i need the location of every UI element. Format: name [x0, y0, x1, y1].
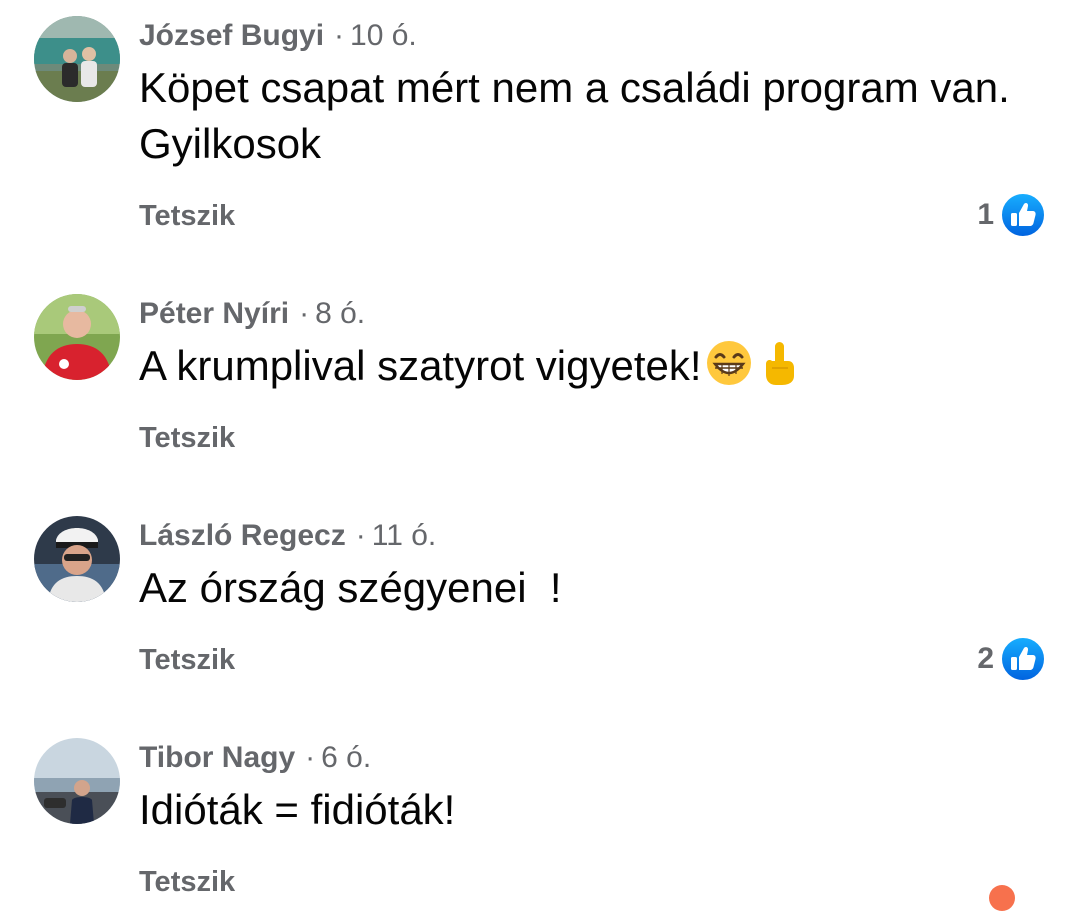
- thumbs-up-icon: [1000, 192, 1046, 238]
- timestamp[interactable]: 6 ó.: [321, 741, 371, 774]
- thumbs-up-icon: [1000, 636, 1046, 682]
- avatar[interactable]: [34, 738, 120, 824]
- reaction-count: 2: [977, 642, 994, 675]
- author-name[interactable]: László Regecz: [139, 519, 346, 552]
- avatar[interactable]: [34, 516, 120, 602]
- grinning-face-icon: [706, 341, 751, 385]
- timestamp[interactable]: 11 ó.: [372, 519, 437, 552]
- reaction-summary[interactable]: 2: [977, 636, 1046, 682]
- like-button[interactable]: Tetszik: [139, 642, 235, 678]
- reaction-icon[interactable]: [989, 885, 1015, 911]
- separator: ·: [334, 19, 345, 52]
- timestamp[interactable]: 10 ó.: [350, 19, 417, 52]
- comment-text-content: A krumplival szatyrot vigyetek!: [139, 342, 702, 389]
- avatar[interactable]: [34, 16, 120, 102]
- comment-text: Az órszág szégyenei !: [139, 564, 562, 611]
- separator: ·: [305, 741, 316, 774]
- separator: ·: [299, 297, 310, 330]
- comment-meta: Péter Nyíri · 8 ó.: [139, 296, 365, 332]
- separator: ·: [355, 519, 366, 552]
- middle-finger-icon: [765, 342, 794, 385]
- author-name[interactable]: József Bugyi: [139, 19, 324, 52]
- avatar[interactable]: [34, 294, 120, 380]
- comment-text: Köpet csapat mért nem a családi program …: [139, 64, 1010, 167]
- comment-text: A krumplival szatyrot vigyetek!: [139, 338, 1019, 394]
- author-name[interactable]: Péter Nyíri: [139, 297, 289, 330]
- comment-meta: Tibor Nagy · 6 ó.: [139, 740, 371, 776]
- timestamp[interactable]: 8 ó.: [315, 297, 365, 330]
- like-button[interactable]: Tetszik: [139, 198, 235, 234]
- comment-text: Idióták = fidióták!: [139, 786, 456, 833]
- reaction-summary[interactable]: 1: [977, 192, 1046, 238]
- reaction-count: 1: [977, 198, 994, 231]
- author-name[interactable]: Tibor Nagy: [139, 741, 295, 774]
- comment-meta: József Bugyi · 10 ó.: [139, 18, 417, 54]
- comment-meta: László Regecz · 11 ó.: [139, 518, 436, 554]
- like-button[interactable]: Tetszik: [139, 420, 235, 456]
- like-button[interactable]: Tetszik: [139, 864, 235, 900]
